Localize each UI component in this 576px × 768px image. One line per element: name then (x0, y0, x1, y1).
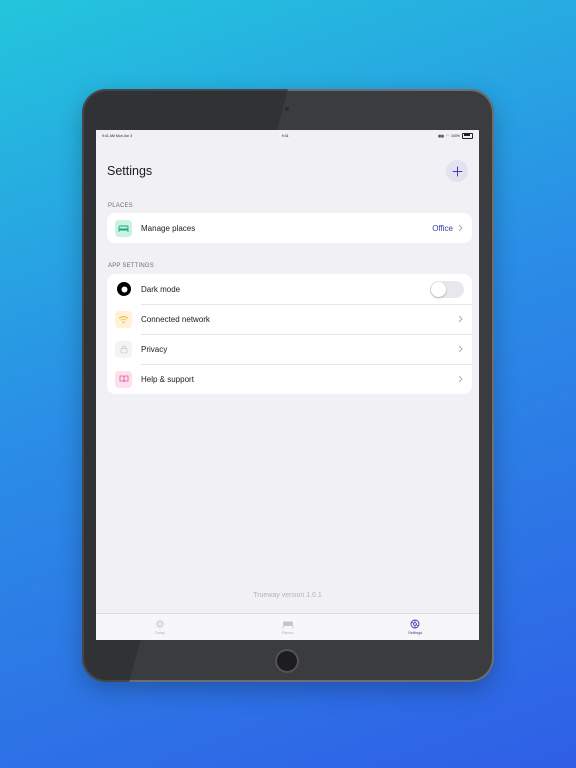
chevron-right-icon (456, 315, 464, 323)
help-support-icon-box (115, 370, 132, 388)
help-support-label: Help & support (141, 374, 194, 384)
privacy-icon-box (115, 340, 132, 358)
gear-icon (410, 619, 420, 629)
places-group: Manage places Office (107, 213, 472, 243)
app-screen: 9:41 AM Mon Jun 3 9:41 ▮▮▮ ◠ 100% Settin… (96, 130, 479, 640)
manage-places-label: Manage places (141, 223, 196, 233)
status-left: 9:41 AM Mon Jun 3 (102, 134, 132, 138)
tab-settings[interactable]: Settings (351, 614, 479, 640)
tablet-frame: 9:41 AM Mon Jun 3 9:41 ▮▮▮ ◠ 100% Settin… (82, 89, 494, 682)
dark-mode-label: Dark mode (141, 284, 181, 294)
plus-icon (452, 166, 462, 176)
chevron-right-icon (456, 224, 464, 232)
bed-icon (118, 225, 129, 232)
manage-places-icon-box (115, 219, 132, 237)
row-help-support[interactable]: Help & support (107, 364, 472, 394)
row-dark-mode: Dark mode (107, 274, 472, 304)
camera (285, 107, 289, 111)
connected-network-label: Connected network (141, 314, 210, 324)
tab-places-label: Places (281, 629, 294, 635)
signal-icon: ▮▮▮ (438, 133, 444, 138)
tab-bar: Today Places Settings (96, 613, 479, 640)
add-button[interactable] (446, 160, 468, 182)
status-bar: 9:41 AM Mon Jun 3 9:41 ▮▮▮ ◠ 100% (96, 130, 479, 141)
tab-today[interactable]: Today (96, 614, 224, 640)
app-settings-group: Dark mode Connected network Privacy Help… (107, 274, 472, 394)
connected-network-icon-box (115, 310, 132, 328)
tab-today-label: Today (154, 630, 166, 635)
wifi-icon (118, 315, 129, 323)
section-label-app-settings: APP SETTINGS (108, 263, 154, 269)
app-version: Trueway version 1.0.1 (253, 592, 322, 599)
sun-icon (155, 619, 165, 629)
chevron-right-icon (456, 375, 464, 383)
lock-icon (120, 345, 127, 354)
privacy-label: Privacy (141, 344, 168, 354)
section-label-places: PLACES (108, 203, 133, 209)
page-title: Settings (107, 164, 153, 178)
moon-icon (121, 286, 127, 292)
manage-places-value: Office (432, 223, 453, 233)
status-time-left: 9:41 AM (102, 133, 115, 138)
status-right: ▮▮▮ ◠ 100% (438, 132, 473, 139)
bed-icon (282, 621, 293, 628)
tab-settings-label: Settings (407, 630, 423, 635)
dark-mode-icon-box (117, 282, 131, 296)
tab-places[interactable]: Places (224, 614, 352, 640)
row-connected-network[interactable]: Connected network (107, 304, 472, 334)
page-header: Settings (107, 160, 468, 182)
wifi-status-icon: ◠ (445, 133, 450, 138)
row-manage-places[interactable]: Manage places Office (107, 213, 472, 243)
status-date: Mon Jun 3 (115, 133, 133, 138)
home-button[interactable] (275, 649, 299, 673)
battery-icon (462, 132, 473, 139)
dark-mode-toggle[interactable] (430, 280, 464, 298)
battery-percent: 100% (451, 133, 460, 138)
row-privacy[interactable]: Privacy (107, 334, 472, 364)
book-icon (119, 375, 128, 383)
chevron-right-icon (456, 345, 464, 353)
status-time-center: 9:41 (281, 133, 289, 138)
